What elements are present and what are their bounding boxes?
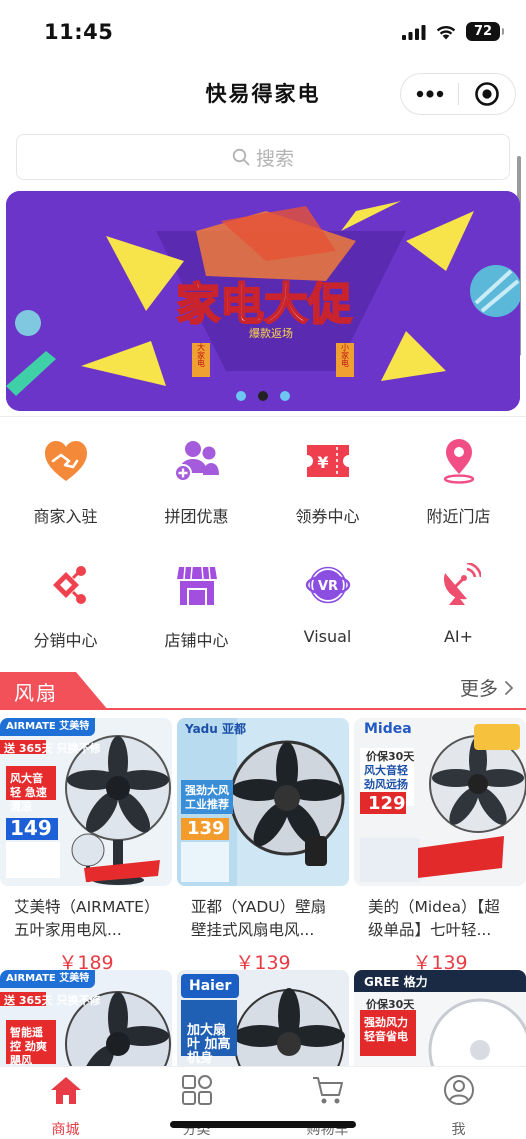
promo-tag: 送 365天 只换不修	[4, 994, 101, 1007]
chevron-right-icon	[505, 680, 513, 695]
section-title: 风扇	[14, 681, 58, 705]
feature-tag: 强劲风力 轻音省电	[364, 1016, 408, 1043]
product-image[interactable]: Yadu 亚都 强劲大风 工业推荐 139	[177, 718, 349, 886]
cellular-signal-icon	[402, 24, 426, 40]
group-add-icon	[173, 441, 219, 482]
brand-tag: AIRMATE 艾美特	[0, 718, 96, 736]
grid-label: AI+	[443, 627, 474, 646]
grid-item-group-buy[interactable]: 拼团优惠	[131, 436, 262, 527]
promo-banner[interactable]: 家电大促 爆款返场 大家电 小家电	[6, 191, 520, 411]
grid-item-visual[interactable]: VR Visual	[262, 560, 393, 646]
share-distribution-icon	[52, 566, 86, 604]
grid-label: 店铺中心	[164, 631, 229, 650]
svg-text:¥: ¥	[317, 453, 328, 472]
product-name: 美的（Midea）【超级单品】七叶轻...	[368, 898, 500, 939]
tab-label: 我	[451, 1122, 466, 1138]
grid-label: 拼团优惠	[164, 507, 229, 526]
banner-subline: 爆款返场	[249, 326, 293, 340]
banner-badge-right: 小家电	[341, 343, 350, 367]
grid-item-distribution-center[interactable]: 分销中心	[0, 560, 131, 651]
coupon-icon: ¥	[306, 445, 349, 477]
satellite-dish-icon	[443, 563, 481, 605]
feature-tag: 强劲大风 工业推荐	[185, 784, 229, 811]
banner-pagination	[6, 391, 520, 401]
home-indicator	[170, 1121, 356, 1128]
product-image[interactable]: Midea 价保30天 风大音轻 劲风远扬 129	[354, 718, 526, 886]
location-pin-icon	[443, 439, 474, 484]
product-card[interactable]: Yadu 亚都 强劲大风 工业推荐 139 亚都（YADU）壁扇 壁挂式风扇电风…	[177, 718, 349, 975]
search-placeholder: 搜索	[255, 147, 294, 170]
vr-icon: VR	[305, 566, 350, 604]
tab-mall[interactable]: 商城	[0, 1073, 131, 1139]
product-name: 亚都（YADU）壁扇 壁挂式风扇电风...	[191, 898, 327, 939]
shopping-cart-icon	[312, 1077, 343, 1104]
tab-category[interactable]: 分类	[131, 1073, 262, 1139]
handshake-heart-icon	[44, 441, 87, 481]
status-time: 11:45	[44, 20, 114, 44]
feature-tag: 加大扇叶 加高机身	[187, 1023, 231, 1066]
feature-tag: 风大音轻 急速清凉	[10, 772, 47, 813]
more-dots-icon	[416, 90, 443, 98]
target-close-icon	[475, 82, 499, 106]
promo-tag: 价保30天	[366, 998, 415, 1011]
grid-label: 附近门店	[426, 507, 491, 526]
tab-label: 商城	[51, 1122, 80, 1138]
product-name: 艾美特（AIRMATE）五叶家用电风...	[14, 898, 152, 939]
tab-cart[interactable]: 购物车	[262, 1073, 393, 1139]
wifi-icon	[436, 25, 456, 39]
svg-text:VR: VR	[317, 579, 337, 594]
section-more-link[interactable]: 更多	[460, 674, 514, 701]
home-icon	[50, 1077, 81, 1104]
close-button[interactable]	[459, 73, 515, 115]
grid-item-merchant-join[interactable]: 商家入驻	[0, 436, 131, 527]
banner-dot-active[interactable]	[258, 391, 268, 401]
tab-me[interactable]: 我	[393, 1073, 524, 1139]
product-card[interactable]: Midea 价保30天 风大音轻 劲风远扬 129 美的（Midea）【超级单品…	[354, 718, 526, 975]
grid-label: 领券中心	[295, 507, 360, 526]
brand-tag: Yadu 亚都	[185, 722, 246, 736]
bottom-tab-bar: 商城 分类 购物车 我	[0, 1066, 526, 1139]
category-grid-icon	[181, 1075, 212, 1105]
banner-badge-left: 大家电	[197, 342, 206, 367]
image-price: 129	[368, 793, 406, 814]
section-underline	[0, 708, 526, 710]
grid-item-ai-plus[interactable]: AI+	[393, 560, 524, 646]
brand-tag: GREE 格力	[364, 975, 428, 989]
feature-tag: 智能遥控 劲爽飓风	[10, 1026, 47, 1067]
grid-label: 商家入驻	[33, 507, 98, 526]
image-price: 139	[187, 818, 225, 839]
brand-tag: Midea	[364, 721, 412, 737]
mini-program-capsule	[400, 73, 516, 115]
promo-tag: 送 365天 只换不修	[4, 742, 101, 755]
store-icon	[176, 566, 217, 605]
status-icons: 72	[402, 22, 504, 41]
divider	[0, 416, 526, 417]
grid-label: Visual	[303, 627, 352, 646]
banner-headline: 家电大促	[176, 279, 352, 330]
grid-item-store-center[interactable]: 店铺中心	[131, 560, 262, 651]
banner-dot[interactable]	[236, 391, 246, 401]
status-bar: 11:45 72	[0, 0, 526, 66]
section-header: 风扇 更多	[0, 670, 526, 710]
grid-item-coupon-center[interactable]: ¥ 领券中心	[262, 436, 393, 527]
grid-item-nearby-stores[interactable]: 附近门店	[393, 436, 524, 527]
search-input[interactable]: 搜索	[16, 134, 510, 180]
battery-indicator: 72	[466, 22, 504, 41]
feature-tag: 风大音轻 劲风远扬	[364, 764, 408, 791]
more-button[interactable]	[401, 73, 458, 115]
user-profile-icon	[443, 1075, 474, 1105]
banner-artwork: 家电大促 爆款返场 大家电 小家电	[6, 191, 520, 411]
banner-dot[interactable]	[280, 391, 290, 401]
product-image[interactable]: AIRMATE 艾美特 送 365天 只换不修 风大音轻 急速清凉 149	[0, 718, 172, 886]
product-card[interactable]: AIRMATE 艾美特 送 365天 只换不修 风大音轻 急速清凉 149 艾美…	[0, 718, 172, 975]
more-label: 更多	[459, 678, 498, 700]
brand-tag: AIRMATE 艾美特	[0, 970, 96, 988]
brand-tag: Haier	[181, 974, 240, 998]
search-icon	[232, 148, 250, 166]
grid-label: 分销中心	[33, 631, 98, 650]
image-price: 149	[10, 816, 52, 840]
